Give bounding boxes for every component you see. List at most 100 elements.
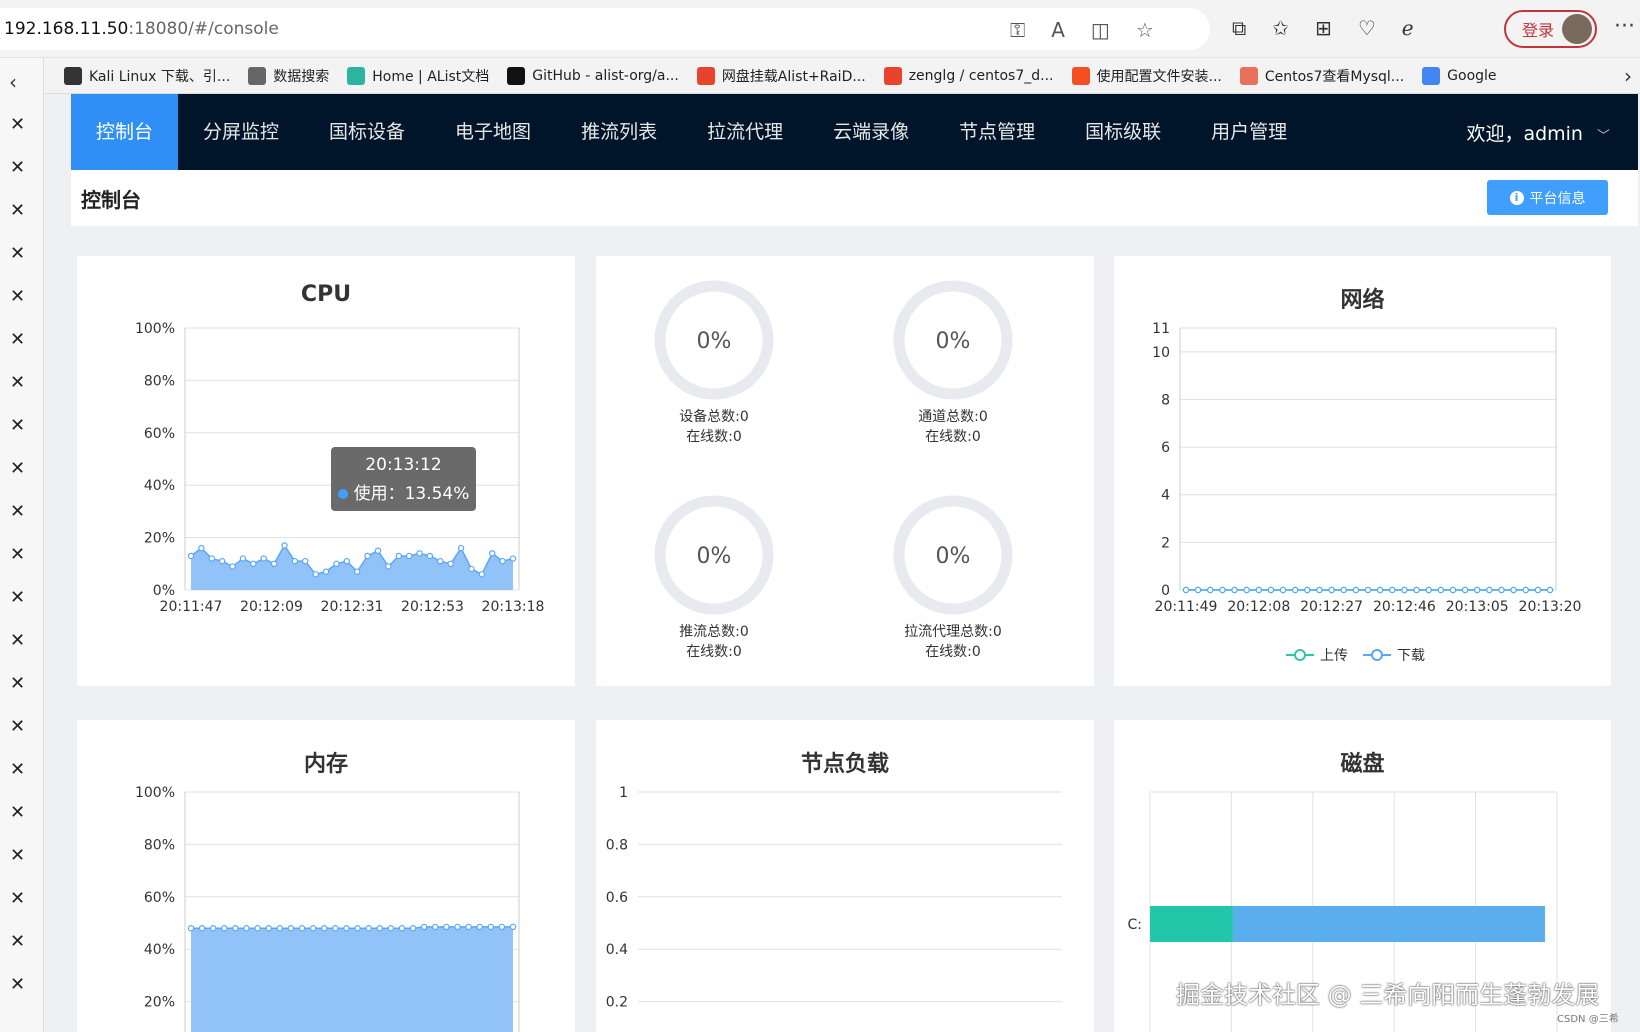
y-tick-label: 60% xyxy=(144,890,175,906)
close-icon[interactable]: ✕ xyxy=(10,673,25,694)
microsoft-icon xyxy=(1071,66,1090,85)
chevron-right-icon[interactable]: › xyxy=(1624,64,1632,88)
data-point xyxy=(1182,586,1190,594)
close-icon[interactable]: ✕ xyxy=(10,888,25,909)
bookmark-label: Google xyxy=(1447,67,1497,84)
close-icon[interactable]: ✕ xyxy=(10,716,25,737)
disk-used-bar xyxy=(1150,906,1233,942)
alist-icon xyxy=(347,66,366,85)
y-tick-label: 20% xyxy=(144,531,175,547)
data-point xyxy=(387,925,395,932)
close-icon[interactable]: ✕ xyxy=(10,415,25,436)
nav-item[interactable]: 国标级联 xyxy=(1060,94,1186,170)
data-point xyxy=(343,925,350,932)
data-point xyxy=(1413,586,1420,594)
bookmark-item[interactable]: GitHub - alist-org/a... xyxy=(507,66,679,85)
bookmark-item[interactable]: Google xyxy=(1422,66,1497,85)
key-icon[interactable]: ⚿ xyxy=(1010,18,1025,42)
app-container: 控制台 分屏监控 国标设备 电子地图 推流列表 拉流代理 云端录像 节点管理 国标级联 用户管理 … xyxy=(44,94,1640,1032)
nav-item[interactable]: 拉流代理 xyxy=(682,94,808,170)
collections-icon[interactable]: ⊞ xyxy=(1315,16,1332,40)
close-icon[interactable]: ✕ xyxy=(10,974,25,995)
bookmark-item[interactable]: Kali Linux 下载、引... xyxy=(64,66,230,86)
edge-icon[interactable]: ℯ xyxy=(1402,16,1414,40)
split-screen-icon[interactable]: ◫ xyxy=(1091,18,1110,42)
more-icon[interactable]: ··· xyxy=(1614,14,1635,39)
favorites-icon[interactable]: ✩ xyxy=(1272,16,1289,40)
data-point xyxy=(1389,586,1396,594)
data-point xyxy=(221,925,228,932)
x-tick-label: 20:12:31 xyxy=(321,599,384,615)
data-point xyxy=(1364,586,1372,594)
data-point xyxy=(333,560,340,567)
close-icon[interactable]: ✕ xyxy=(10,329,25,350)
data-point xyxy=(476,923,483,931)
close-icon[interactable]: ✕ xyxy=(10,114,25,135)
nav-item[interactable]: 云端录像 xyxy=(808,94,934,170)
close-icon[interactable]: ✕ xyxy=(10,845,25,866)
data-point xyxy=(1207,586,1214,594)
nav-item[interactable]: 控制台 xyxy=(71,94,179,170)
bookmark-item[interactable]: 数据搜索 xyxy=(248,66,329,86)
y-tick-label: 20% xyxy=(144,995,175,1011)
health-icon[interactable]: ♡ xyxy=(1358,16,1376,40)
data-point xyxy=(443,923,450,931)
data-point xyxy=(291,557,299,565)
close-icon[interactable]: ✕ xyxy=(10,372,25,393)
bookmark-item[interactable]: Centos7查看Mysql... xyxy=(1239,66,1404,86)
x-tick-label: 20:11:49 xyxy=(1155,599,1218,615)
close-icon[interactable]: ✕ xyxy=(10,630,25,651)
close-icon[interactable]: ✕ xyxy=(10,587,25,608)
close-icon[interactable]: ✕ xyxy=(10,802,25,823)
bookmark-item[interactable]: Home | AList文档 xyxy=(347,66,489,86)
close-icon[interactable]: ✕ xyxy=(10,501,25,522)
stat-total: 设备总数:0 xyxy=(679,409,749,425)
bookmark-label: Home | AList文档 xyxy=(372,68,490,85)
bookmark-item[interactable]: 使用配置文件安装... xyxy=(1071,66,1222,86)
user-menu[interactable]: 欢迎，admin ﹀ xyxy=(1466,119,1610,146)
data-point xyxy=(332,925,339,932)
github-icon xyxy=(507,66,526,85)
extensions-icon[interactable]: ⧉ xyxy=(1232,16,1246,40)
close-icon[interactable]: ✕ xyxy=(10,759,25,780)
x-tick-label: 20:12:46 xyxy=(1373,599,1436,615)
bookmark-item[interactable]: 网盘挂载Alist+RaiD... xyxy=(696,66,866,86)
data-point xyxy=(270,560,278,567)
data-point xyxy=(1486,586,1493,594)
close-icon[interactable]: ✕ xyxy=(10,458,25,479)
nav-item[interactable]: 国标设备 xyxy=(304,94,430,170)
chevron-left-icon[interactable]: ‹ xyxy=(9,70,17,94)
data-point xyxy=(1534,586,1542,594)
platform-info-button[interactable]: i 平台信息 xyxy=(1487,180,1608,215)
data-point xyxy=(239,555,247,562)
close-icon[interactable]: ✕ xyxy=(10,200,25,221)
x-tick-label: 20:12:53 xyxy=(401,599,464,615)
network-chart: 11 10 8 6 4 2 020:11:49 20:12:08 20:12:27 20:12:4… xyxy=(1152,321,1581,664)
read-aloud-icon[interactable]: A xyxy=(1051,18,1065,42)
bookmark-item[interactable]: zenglg / centos7_d... xyxy=(883,66,1054,85)
nav-item[interactable]: 推流列表 xyxy=(556,94,682,170)
login-button[interactable]: 登录 xyxy=(1504,10,1597,48)
favorite-star-icon[interactable]: ☆ xyxy=(1136,18,1154,42)
url-host: 192.168.11.50 xyxy=(4,19,129,39)
data-point xyxy=(1498,586,1505,594)
nav-item[interactable]: 分屏监控 xyxy=(178,94,304,170)
data-point xyxy=(385,563,392,570)
data-point xyxy=(437,557,444,565)
y-tick-label: 0.8 xyxy=(606,837,628,853)
close-icon[interactable]: ✕ xyxy=(10,286,25,307)
nav-item[interactable]: 电子地图 xyxy=(430,94,556,170)
x-tick-label: 20:13:05 xyxy=(1446,599,1509,615)
close-icon[interactable]: ✕ xyxy=(10,157,25,178)
nav-item[interactable]: 节点管理 xyxy=(934,94,1060,170)
nav-item[interactable]: 用户管理 xyxy=(1186,94,1312,170)
close-icon[interactable]: ✕ xyxy=(10,544,25,565)
data-point xyxy=(487,923,494,931)
y-tick-label: 0.4 xyxy=(606,942,628,958)
close-icon[interactable]: ✕ xyxy=(10,243,25,264)
memory-chart: 100% 80% 60% 40% 20% xyxy=(135,785,520,1032)
close-icon[interactable]: ✕ xyxy=(10,931,25,952)
data-point xyxy=(489,550,496,557)
cpu-tooltip: 20:13:12 使用：13.54% xyxy=(331,447,476,511)
y-tick-label: 6 xyxy=(1161,440,1170,456)
